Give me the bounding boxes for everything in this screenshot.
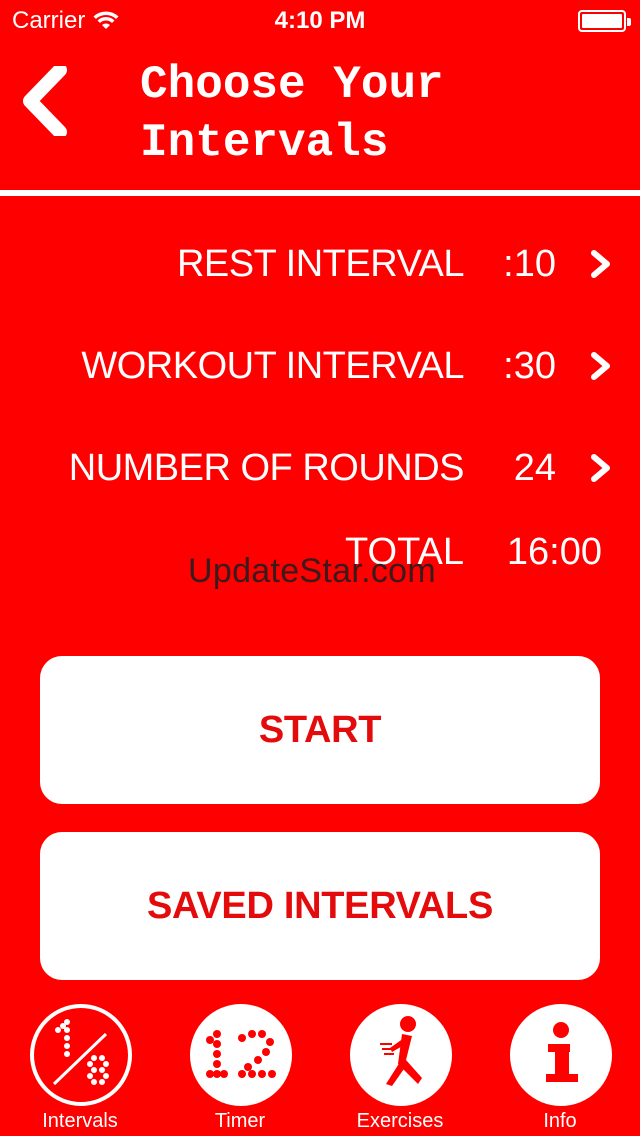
chevron-right-icon — [591, 250, 610, 278]
exercise-figure-icon — [350, 1004, 452, 1106]
info-icon — [510, 1004, 612, 1106]
number-of-rounds-value: 24 — [513, 447, 556, 489]
tab-intervals[interactable]: Intervals — [0, 1000, 160, 1136]
battery-icon — [578, 10, 631, 32]
tab-label: Timer — [214, 1110, 266, 1132]
battery-level — [582, 14, 622, 28]
rest-interval-label: REST INTERVAL — [176, 243, 465, 285]
chevron-left-icon — [23, 63, 67, 139]
nav-divider — [0, 190, 640, 196]
workout-interval-label: WORKOUT INTERVAL — [81, 345, 464, 387]
workout-interval-row[interactable]: WORKOUT INTERVAL :30 — [0, 331, 640, 401]
back-button[interactable] — [20, 63, 70, 139]
watermark: UpdateStar.com — [188, 552, 436, 590]
workout-interval-value: :30 — [503, 345, 556, 387]
dot-matrix-number-icon — [190, 1004, 292, 1106]
tab-label: Info — [543, 1110, 577, 1132]
chevron-right-icon — [591, 352, 610, 380]
page-title-line1: Choose Your — [140, 59, 444, 111]
page-title-line2: Intervals — [140, 117, 389, 169]
tab-exercises[interactable]: Exercises — [320, 1000, 480, 1136]
tab-info[interactable]: Info — [480, 1000, 640, 1136]
total-value: 16:00 — [506, 531, 602, 573]
rest-interval-row[interactable]: REST INTERVAL :10 — [0, 229, 640, 299]
nav-bar: Choose Your Intervals — [0, 40, 640, 190]
number-of-rounds-label: NUMBER OF ROUNDS — [68, 447, 465, 489]
number-of-rounds-row[interactable]: NUMBER OF ROUNDS 24 — [0, 433, 640, 503]
chevron-right-icon — [591, 454, 610, 482]
tab-label: Intervals — [42, 1110, 118, 1132]
status-time: 4:10 PM — [274, 7, 366, 34]
rest-interval-value: :10 — [503, 243, 556, 285]
tab-label: Exercises — [356, 1110, 444, 1132]
saved-intervals-button[interactable]: SAVED INTERVALS — [40, 832, 600, 980]
tab-timer[interactable]: Timer — [160, 1000, 320, 1136]
start-button[interactable]: START — [40, 656, 600, 804]
page-title: Choose Your Intervals — [140, 56, 600, 172]
status-bar: Carrier 4:10 PM — [0, 0, 640, 40]
tab-bar: Intervals Timer Exercises Info — [0, 1000, 640, 1136]
fraction-icon — [30, 1004, 132, 1106]
